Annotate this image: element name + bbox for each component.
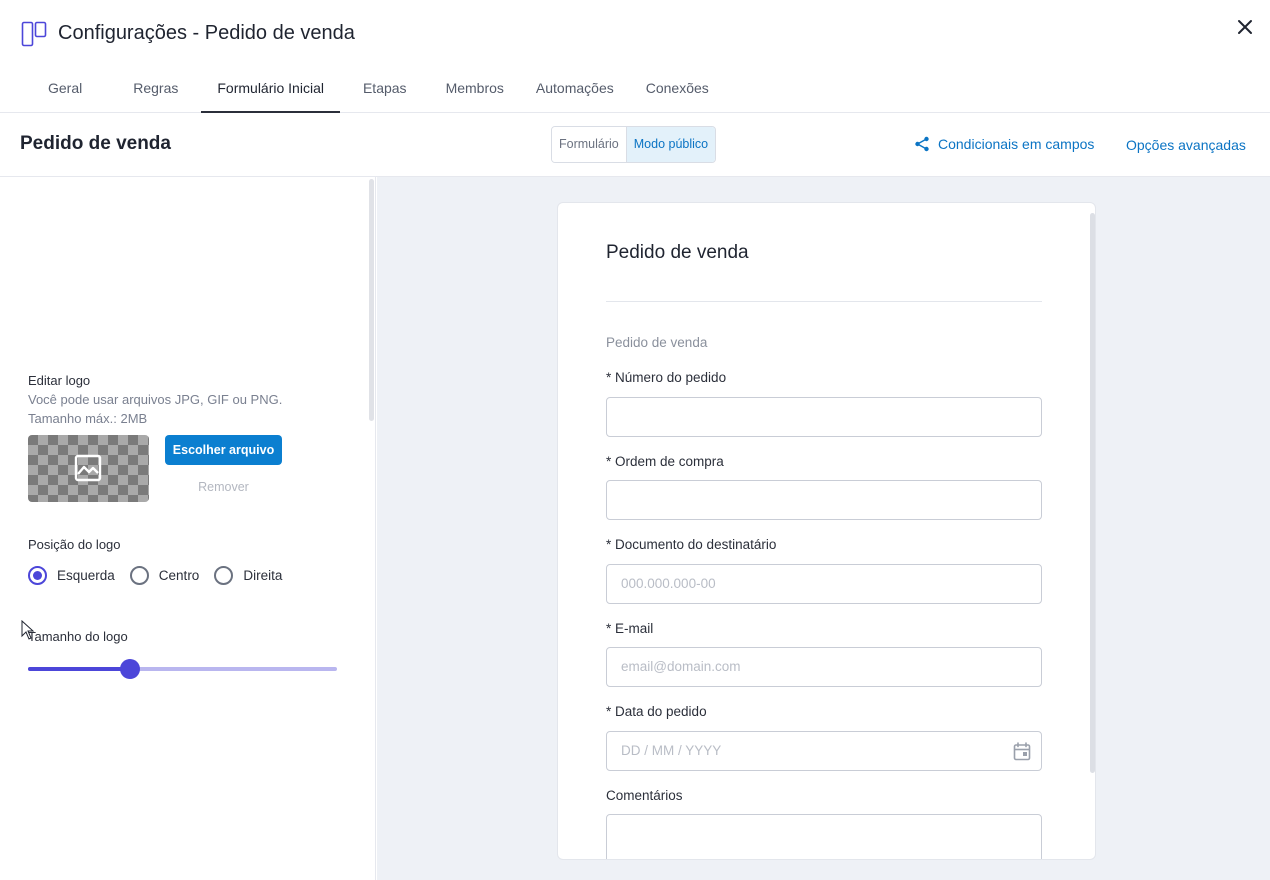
tab-geral[interactable]: Geral [0, 68, 117, 113]
position-left-radio[interactable]: Esquerda [28, 566, 115, 585]
tab-regras[interactable]: Regras [117, 68, 201, 113]
field-label-ordem-compra: * Ordem de compra [606, 454, 724, 469]
file-size-hint: Tamanho máx.: 2MB [28, 411, 148, 426]
public-form-preview: Pedido de venda Pedido de venda * Número… [557, 202, 1096, 860]
tab-bar: Geral Regras Formulário Inicial Etapas M… [0, 68, 725, 113]
app-header: Configurações - Pedido de venda Geral Re… [0, 0, 1270, 113]
field-label-data-pedido: * Data do pedido [606, 704, 707, 719]
radio-label: Centro [158, 568, 200, 583]
toggle-formulario[interactable]: Formulário [552, 127, 626, 162]
slider-thumb[interactable] [119, 659, 140, 679]
form-section-title: Pedido de venda [606, 335, 708, 350]
position-center-radio[interactable]: Centro [129, 566, 200, 585]
conditional-fields-link[interactable]: Condicionais em campos [914, 136, 1094, 152]
panel-scrollbar[interactable] [369, 179, 374, 421]
radio-circle [28, 566, 47, 585]
choose-file-button[interactable]: Escolher arquivo [165, 435, 282, 465]
logo-size-label: Tamanho do logo [28, 629, 128, 644]
share-nodes-icon [915, 136, 929, 152]
radio-circle [214, 566, 234, 585]
calendar-icon[interactable] [1013, 742, 1031, 761]
logo-position-group: Esquerda Centro Direita [28, 566, 297, 585]
image-icon [74, 454, 102, 482]
numero-pedido-input[interactable] [606, 397, 1042, 437]
remove-logo-button[interactable]: Remover [165, 480, 282, 494]
form-scrollbar[interactable] [1090, 213, 1095, 773]
documento-input[interactable]: 000.000.000-00 [606, 564, 1042, 604]
toggle-modo-publico[interactable]: Modo público [625, 127, 716, 162]
conditional-fields-label: Condicionais em campos [938, 136, 1095, 152]
radio-circle [129, 566, 149, 585]
window-title: Configurações - Pedido de venda [58, 22, 355, 44]
logo-preview [28, 435, 149, 502]
position-right-radio[interactable]: Direita [214, 566, 282, 585]
tab-formulario-inicial[interactable]: Formulário Inicial [201, 68, 340, 113]
field-label-numero-pedido: * Número do pedido [606, 370, 727, 385]
data-pedido-input[interactable]: DD / MM / YYYY [606, 731, 1042, 771]
close-button[interactable] [1234, 16, 1256, 38]
tab-membros[interactable]: Membros [430, 68, 520, 113]
form-title: Pedido de venda [606, 242, 749, 263]
field-label-email: * E-mail [606, 621, 654, 636]
field-label-documento: * Documento do destinatário [606, 537, 777, 552]
email-input[interactable]: email@domain.com [606, 647, 1042, 687]
date-placeholder: DD / MM / YYYY [621, 743, 722, 758]
comentarios-textarea[interactable] [606, 814, 1042, 859]
logo-size-slider[interactable] [28, 659, 337, 679]
radio-label: Esquerda [57, 568, 115, 583]
file-type-hint: Você pode usar arquivos JPG, GIF ou PNG. [28, 392, 283, 407]
settings-panel: Editar logo Você pode usar arquivos JPG,… [0, 177, 376, 880]
form-divider [606, 301, 1042, 302]
field-label-comentarios: Comentários [606, 788, 683, 803]
advanced-options-link[interactable]: Opções avançadas [1126, 137, 1246, 153]
sub-header: Pedido de venda Formulário Modo público … [0, 113, 1270, 177]
tab-automacoes[interactable]: Automações [520, 68, 630, 113]
slider-fill [28, 667, 130, 671]
logo-position-label: Posição do logo [28, 537, 121, 552]
tab-etapas[interactable]: Etapas [340, 68, 430, 113]
ordem-compra-input[interactable] [606, 480, 1042, 520]
page-title: Pedido de venda [20, 133, 171, 154]
edit-logo-label: Editar logo [28, 373, 91, 388]
view-toggle: Formulário Modo público [551, 126, 717, 163]
kanban-icon [21, 21, 47, 47]
close-icon [1238, 20, 1252, 34]
tab-conexoes[interactable]: Conexões [630, 68, 725, 113]
radio-label: Direita [243, 568, 283, 583]
mouse-cursor-icon [21, 620, 35, 640]
